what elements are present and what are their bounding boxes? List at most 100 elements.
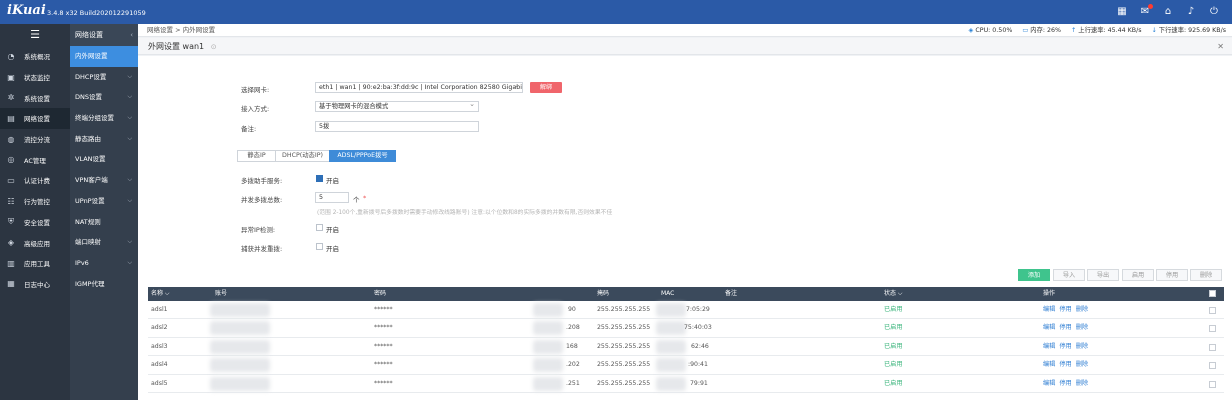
concurrent-input[interactable]: 5 [315, 192, 349, 203]
sidebar-item-auth[interactable]: ▭ 认证计费 [0, 170, 70, 191]
disable-link[interactable]: 停用 [1059, 361, 1071, 368]
multi-dial-checkbox[interactable] [316, 175, 323, 182]
disable-link[interactable]: 停用 [1059, 343, 1071, 350]
submenu-item-vpn[interactable]: VPN客户端 ⌵ [70, 170, 138, 191]
submenu-item-upnp[interactable]: UPnP设置 ⌵ [70, 191, 138, 212]
row-checkbox[interactable] [1209, 307, 1216, 314]
close-icon[interactable]: ✕ [1217, 38, 1224, 55]
row-ip: .251 [566, 379, 580, 387]
row-actions: 编辑 停用 删除 [1043, 301, 1092, 319]
unbind-button[interactable]: 解绑 [530, 82, 562, 93]
gear-icon: ✲ [7, 93, 15, 103]
disable-link[interactable]: 停用 [1059, 306, 1071, 313]
import-button[interactable]: 导入 [1053, 269, 1085, 281]
delete-button[interactable]: 删除 [1190, 269, 1222, 281]
delete-link[interactable]: 删除 [1076, 380, 1088, 387]
bell-icon[interactable]: ♪ [1185, 6, 1197, 18]
submenu-item-ipv6[interactable]: IPv6 ⌵ [70, 253, 138, 274]
row-checkbox[interactable] [1209, 380, 1216, 388]
mode-select[interactable]: 基于物理网卡的混合模式 [315, 101, 479, 112]
row-checkbox[interactable] [1209, 362, 1216, 370]
note-input[interactable]: 5拨 [315, 121, 479, 132]
submenu-item-lan-wan[interactable]: 内外网设置 [70, 46, 138, 67]
col-actions: 操作 [1043, 290, 1056, 297]
home-icon[interactable]: ⌂ [1162, 6, 1174, 18]
row-ip: 168 [566, 342, 578, 350]
chevron-down-icon: ⌵ [127, 134, 132, 142]
edit-link[interactable]: 编辑 [1043, 306, 1055, 313]
submenu-item-vlan[interactable]: VLAN设置 [70, 149, 138, 170]
tab-static-ip[interactable]: 静态IP [237, 150, 276, 162]
sidebar-item-system[interactable]: ✲ 系统设置 [0, 87, 70, 108]
sidebar-item-tools[interactable]: ▥ 应用工具 [0, 253, 70, 274]
row-mac: 75:40:03 [684, 324, 712, 332]
col-mask: 掩码 [597, 290, 610, 297]
memory-icon: ▭ [1022, 27, 1029, 34]
info-icon[interactable]: ⊙ [211, 43, 217, 51]
sidebar-item-security[interactable]: ⛨ 安全设置 [0, 212, 70, 233]
edit-link[interactable]: 编辑 [1043, 380, 1055, 387]
menu-toggle-icon[interactable]: ☰ [0, 24, 70, 46]
tab-pppoe[interactable]: ADSL/PPPoE拨号 [329, 150, 396, 162]
redacted-account [210, 303, 270, 317]
power-icon[interactable]: ⏻ [1208, 6, 1220, 18]
sidebar-item-overview[interactable]: ◔ 系统概况 [0, 46, 70, 67]
submenu: 网络设置 ‹ 内外网设置 DHCP设置 ⌵ DNS设置 ⌵ 终端分组设置 ⌵ 静态路由 ⌵… [70, 24, 138, 400]
submenu-item-port-map[interactable]: 端口映射 ⌵ [70, 232, 138, 253]
delete-link[interactable]: 删除 [1076, 343, 1088, 350]
sidebar-item-log[interactable]: ▦ 日志中心 [0, 274, 70, 295]
row-checkbox[interactable] [1209, 325, 1216, 333]
nic-select[interactable]: eth1 | wan1 | 90:e2:ba:3f:dd:9c | Intel … [315, 82, 523, 93]
sidebar-item-ac[interactable]: ◎ AC管理 [0, 149, 70, 170]
table-header: 名称 ⌵ 账号 密码 掩码 MAC 备注 状态 ⌵ 操作 [148, 287, 1224, 301]
tab-dhcp[interactable]: DHCP(动态IP) [275, 150, 330, 162]
sidebar: ☰ ◔ 系统概况 ▣ 状态监控 ✲ 系统设置 ▤ 网络设置 ◍ 流控分流 ◎ AC管理 ▭ 认… [0, 24, 70, 400]
delete-link[interactable]: 删除 [1076, 306, 1088, 313]
disable-link[interactable]: 停用 [1059, 380, 1071, 387]
edit-link[interactable]: 编辑 [1043, 361, 1055, 368]
submenu-item-route[interactable]: 静态路由 ⌵ [70, 129, 138, 150]
top-bar: iKuai 3.4.8 x32 Build202012291059 ▦ ✉ ⌂ … [0, 0, 1232, 24]
edit-link[interactable]: 编辑 [1043, 324, 1055, 331]
table-row: adsl3 ****** 168 255.255.255.255 62:46 已… [148, 338, 1224, 357]
breadcrumb-bar: 网络设置 > 内外网设置 ◈ CPU: 0.50% ▭ 内存: 26% ↑ 上行… [138, 24, 1232, 37]
ac-icon: ◎ [7, 155, 15, 165]
submenu-item-nat[interactable]: NAT规则 [70, 212, 138, 233]
col-account: 账号 [215, 290, 228, 297]
select-all-checkbox[interactable] [1209, 290, 1216, 297]
delete-link[interactable]: 删除 [1076, 324, 1088, 331]
enable-button[interactable]: 启用 [1122, 269, 1154, 281]
col-name[interactable]: 名称 ⌵ [151, 287, 169, 301]
add-button[interactable]: 添加 [1018, 269, 1050, 281]
row-password: ****** [374, 361, 393, 369]
redacted-ip [533, 303, 563, 317]
collapse-chevron-icon[interactable]: ‹ [130, 24, 133, 46]
row-ip: .202 [566, 361, 580, 369]
sidebar-item-advanced[interactable]: ◈ 高级应用 [0, 232, 70, 253]
row-checkbox[interactable] [1209, 343, 1216, 351]
sidebar-item-behavior[interactable]: ☷ 行为管控 [0, 191, 70, 212]
capture-redial-checkbox[interactable] [316, 243, 323, 250]
advanced-icon: ◈ [7, 238, 15, 248]
disable-button[interactable]: 停用 [1156, 269, 1188, 281]
notification-icon[interactable]: ✉ [1139, 4, 1153, 18]
sidebar-item-network[interactable]: ▤ 网络设置 [0, 108, 70, 129]
chevron-down-icon: ⌵ [127, 258, 132, 266]
sidebar-item-flow[interactable]: ◍ 流控分流 [0, 129, 70, 150]
row-status: 已启用 [884, 361, 903, 369]
sidebar-item-monitor[interactable]: ▣ 状态监控 [0, 67, 70, 88]
export-button[interactable]: 导出 [1087, 269, 1119, 281]
redacted-mac [656, 321, 686, 336]
edit-link[interactable]: 编辑 [1043, 343, 1055, 350]
chevron-down-icon: ⌵ [127, 72, 132, 80]
submenu-item-group[interactable]: 终端分组设置 ⌵ [70, 108, 138, 129]
submenu-item-dns[interactable]: DNS设置 ⌵ [70, 87, 138, 108]
submenu-item-igmp[interactable]: IGMP代理 [70, 274, 138, 295]
col-status[interactable]: 状态 ⌵ [884, 287, 902, 301]
submenu-item-dhcp[interactable]: DHCP设置 ⌵ [70, 67, 138, 88]
disable-link[interactable]: 停用 [1059, 324, 1071, 331]
grid-icon[interactable]: ▦ [1116, 6, 1128, 18]
abnormal-ip-checkbox[interactable] [316, 224, 323, 231]
multi-dial-label: 多拨助手服务: [241, 177, 283, 185]
delete-link[interactable]: 删除 [1076, 361, 1088, 368]
